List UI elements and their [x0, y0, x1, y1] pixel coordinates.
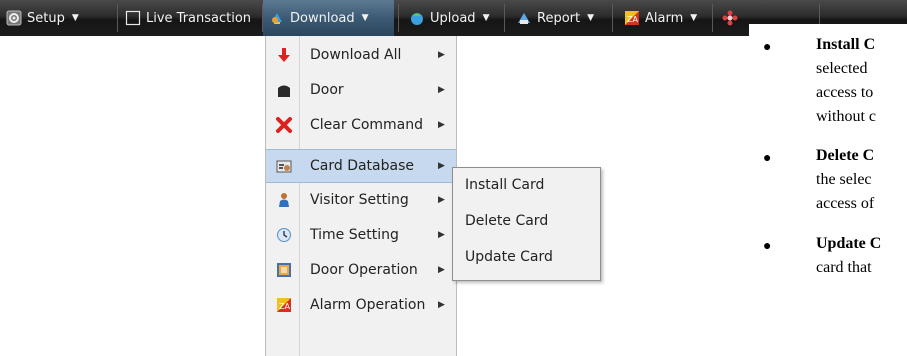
chevron-right-icon: ▶ — [438, 120, 445, 130]
dropdown-item-label: Time Setting — [310, 227, 399, 243]
dropdown-item-label: Clear Command — [310, 117, 424, 133]
chevron-right-icon: ▶ — [438, 85, 445, 95]
doc-heading-install-card: Install C — [816, 36, 876, 53]
dropdown-item-card-database[interactable]: Card Database ▶ — [266, 149, 456, 183]
chevron-right-icon: ▶ — [438, 230, 445, 240]
menu-divider — [504, 4, 505, 32]
alarm-operation-icon: ZA — [277, 298, 291, 312]
upload-icon — [411, 13, 423, 25]
doc-heading-delete-card: Delete C — [816, 147, 875, 164]
chevron-right-icon: ▶ — [438, 265, 445, 275]
menu-label: Live Transaction — [146, 10, 252, 26]
doc-heading-update-card: Update C — [816, 235, 882, 252]
menu-divider — [712, 4, 713, 32]
document-text-panel: ● Install C selected access to without c… — [749, 24, 907, 354]
submenu-item-delete-card[interactable]: Delete Card — [465, 213, 548, 229]
menu-divider — [612, 4, 613, 32]
menu-label: Upload — [430, 10, 476, 26]
visitor-icon — [279, 193, 289, 207]
dropdown-item-label: Alarm Operation — [310, 297, 426, 313]
door-icon — [278, 85, 290, 97]
dropdown-item-clear-command[interactable]: Clear Command ▶ — [266, 108, 456, 142]
menu-report[interactable]: Report ▼ — [510, 0, 608, 36]
svg-text:ZA: ZA — [279, 302, 290, 311]
menu-download[interactable]: Download ▼ — [263, 0, 394, 36]
doc-text-line: the selec — [816, 171, 872, 188]
dropdown-item-label: Download All — [310, 47, 402, 63]
menu-alarm[interactable]: ZA Alarm ▼ — [618, 0, 710, 36]
doc-text-line: access of — [816, 195, 875, 212]
doc-text-line: access to — [816, 84, 874, 101]
chevron-right-icon: ▶ — [438, 195, 445, 205]
dropdown-item-alarm-operation[interactable]: ZA Alarm Operation ▶ — [266, 288, 456, 322]
dropdown-item-download-all[interactable]: Download All ▶ — [266, 38, 456, 72]
submenu-item-update-card[interactable]: Update Card — [465, 249, 553, 265]
dropdown-item-label: Door Operation — [310, 262, 418, 278]
door-operation-icon — [277, 263, 291, 277]
download-icon — [272, 13, 282, 24]
chevron-right-icon: ▶ — [438, 300, 445, 310]
chevron-down-icon: ▼ — [690, 13, 698, 23]
doc-text-line: selected — [816, 60, 868, 77]
dropdown-item-door-operation[interactable]: Door Operation ▶ — [266, 253, 456, 287]
card-database-icon — [276, 160, 292, 173]
menu-live-transaction[interactable]: Live Transaction — [119, 0, 261, 36]
clock-icon — [277, 228, 291, 242]
gear-icon — [6, 10, 22, 26]
chevron-down-icon: ▼ — [587, 13, 595, 23]
bullet-icon: ● — [763, 151, 772, 166]
svg-text:ZA: ZA — [627, 15, 638, 24]
settings-flower-icon — [722, 10, 738, 26]
window-icon — [125, 10, 141, 26]
red-down-arrow-icon — [278, 48, 290, 62]
dropdown-item-label: Card Database — [310, 158, 415, 174]
menu-divider — [398, 4, 399, 32]
menu-divider — [117, 4, 118, 32]
menu-upload[interactable]: Upload ▼ — [403, 0, 501, 36]
card-database-submenu: Install Card Delete Card Update Card — [452, 167, 601, 281]
menu-label: Download — [290, 10, 355, 26]
chevron-down-icon: ▼ — [71, 13, 79, 23]
red-x-icon — [276, 117, 292, 133]
report-icon — [518, 13, 530, 24]
alarm-icon: ZA — [625, 11, 639, 25]
chevron-down-icon: ▼ — [482, 13, 490, 23]
doc-text-line: without c — [816, 108, 876, 125]
bullet-icon: ● — [763, 40, 772, 55]
menu-label: Alarm — [645, 10, 684, 26]
menu-label: Setup — [27, 10, 65, 26]
dropdown-item-time-setting[interactable]: Time Setting ▶ — [266, 218, 456, 252]
download-dropdown-menu: Download All ▶ Door ▶ Clear Command ▶ Ca… — [265, 36, 457, 356]
chevron-right-icon: ▶ — [438, 161, 445, 171]
dropdown-item-visitor-setting[interactable]: Visitor Setting ▶ — [266, 183, 456, 217]
submenu-item-install-card[interactable]: Install Card — [465, 177, 544, 193]
doc-text-line: card that — [816, 259, 872, 276]
bullet-icon: ● — [763, 239, 772, 254]
dropdown-item-door[interactable]: Door ▶ — [266, 73, 456, 107]
menu-label: Report — [537, 10, 581, 26]
menu-setup[interactable]: Setup ▼ — [0, 0, 114, 36]
dropdown-item-label: Visitor Setting — [310, 192, 409, 208]
dropdown-item-label: Door — [310, 82, 344, 98]
chevron-right-icon: ▶ — [438, 50, 445, 60]
chevron-down-icon: ▼ — [361, 13, 369, 23]
